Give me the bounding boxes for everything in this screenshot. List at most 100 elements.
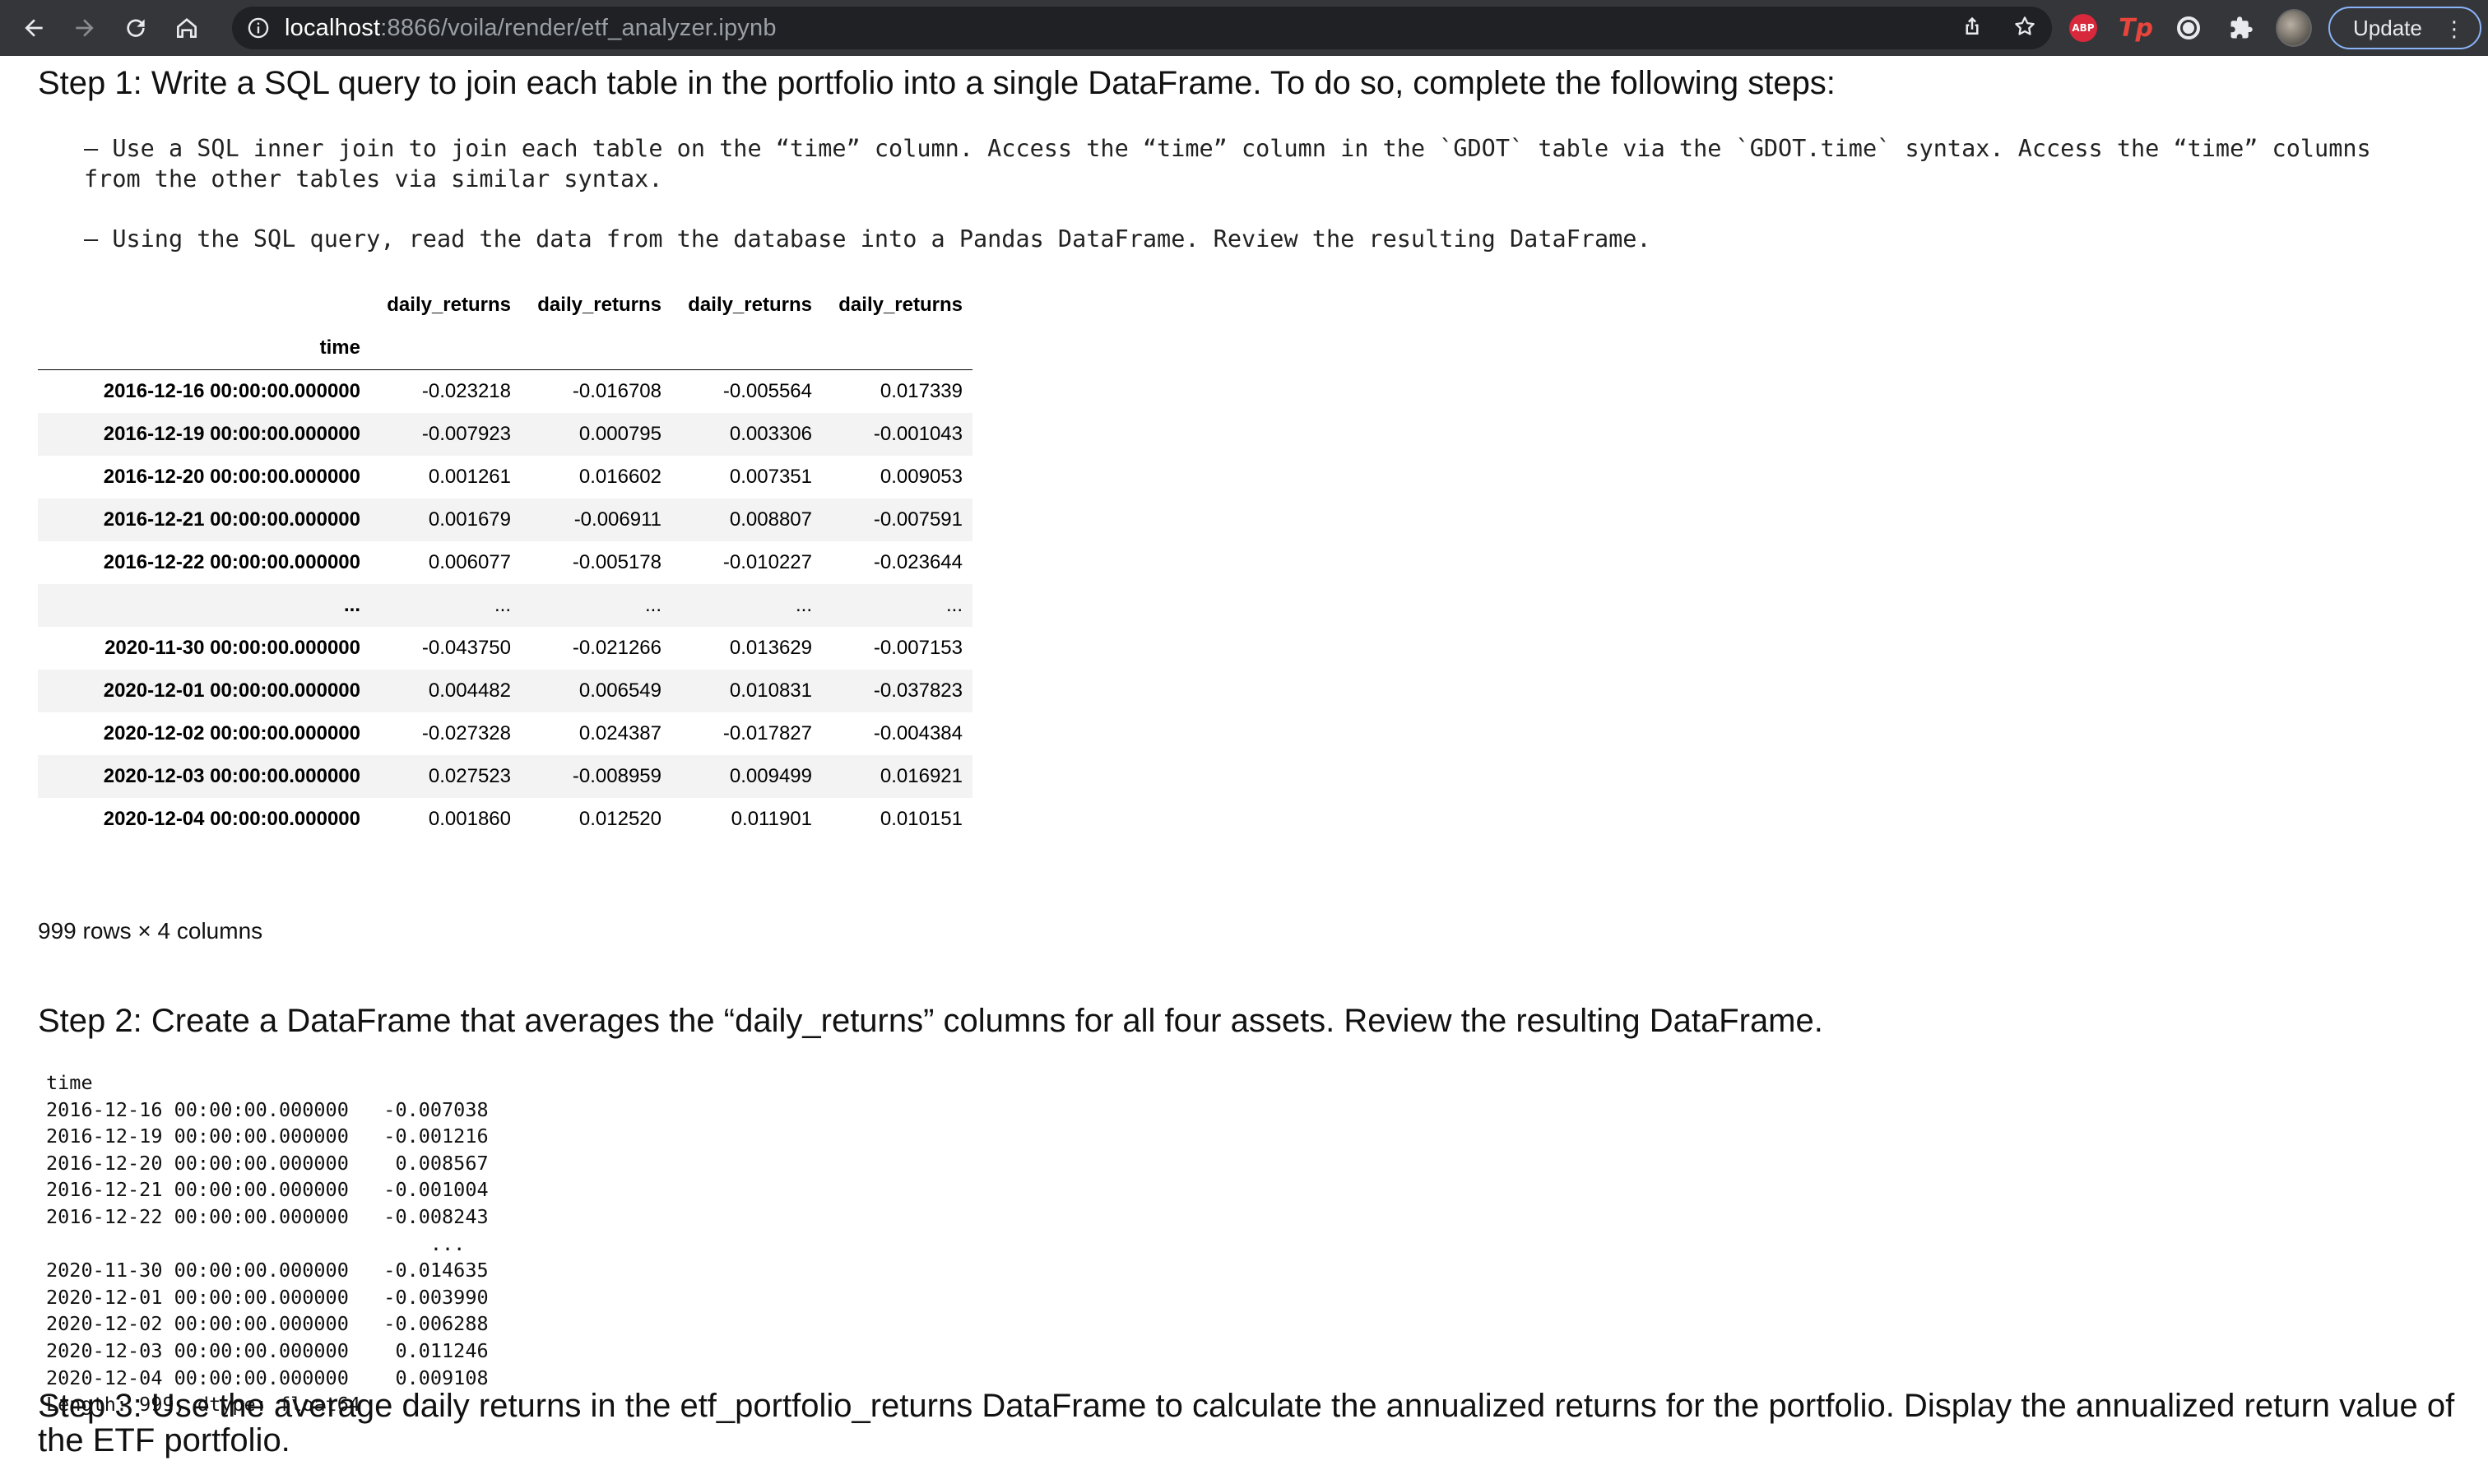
table-cell: -0.017827 [722,722,812,744]
table-row: 2020-12-04 00:00:00.000000 0.001860 0.01… [38,798,972,841]
table-cell: 0.013629 [729,637,812,659]
menu-kebab-icon[interactable]: ⋮ [2444,16,2465,41]
url-path: :8866/voila/render/etf_analyzer.ipynb [380,14,777,41]
table-cell: 0.001679 [428,508,511,531]
portfolio-dataframe-table: daily_returns daily_returns daily_return… [38,284,972,841]
row-index: 2020-12-04 00:00:00.000000 [103,808,360,830]
index-name: time [319,336,360,359]
profile-avatar[interactable] [2276,9,2312,47]
extensions-puzzle-icon[interactable] [2223,10,2259,46]
row-index: 2016-12-16 00:00:00.000000 [103,380,360,402]
share-icon[interactable] [1960,14,1984,43]
table-cell: ... [795,594,812,616]
update-button[interactable]: Update ⋮ [2328,7,2481,49]
circle-extension-icon[interactable] [2170,10,2207,46]
row-index: 2020-12-03 00:00:00.000000 [103,765,360,787]
table-row: 2016-12-21 00:00:00.000000 0.001679 -0.0… [38,499,972,541]
table-cell: 0.006077 [428,551,511,573]
table-cell: -0.007923 [421,423,511,445]
table-cell: 0.016602 [578,466,661,488]
row-index: 2016-12-22 00:00:00.000000 [103,551,360,573]
table-row: 2020-11-30 00:00:00.000000 -0.043750 -0.… [38,627,972,670]
table-row: 2016-12-19 00:00:00.000000 -0.007923 0.0… [38,413,972,456]
table-cell: -0.016708 [572,380,661,402]
row-index: ... [343,594,360,616]
table-row: 2020-12-03 00:00:00.000000 0.027523 -0.0… [38,755,972,798]
column-header-row: daily_returns daily_returns daily_return… [38,284,972,327]
table-cell: 0.007351 [729,466,812,488]
column-header: daily_returns [838,294,963,316]
step1-bullet-read: – Using the SQL query, read the data fro… [84,225,1651,253]
table-cell: 0.008807 [729,508,812,531]
forward-button[interactable] [63,6,107,50]
table-cell: -0.043750 [421,637,511,659]
update-label: Update [2353,15,2422,40]
info-icon[interactable] [247,16,270,39]
row-index: 2016-12-19 00:00:00.000000 [103,423,360,445]
tp-extension-icon[interactable]: Tp [2118,10,2154,46]
step3-heading: Step 3: Use the average daily returns in… [38,1388,2455,1458]
step1-instructions: – Use a SQL inner join to join each tabl… [84,133,2437,284]
table-cell: -0.004384 [873,722,963,744]
table-cell: -0.005178 [572,551,661,573]
reload-icon [127,19,145,37]
table-cell: 0.010831 [729,679,812,702]
home-button[interactable] [165,6,209,50]
table-row: 2020-12-02 00:00:00.000000 -0.027328 0.0… [38,712,972,755]
table-cell: 0.016921 [880,765,963,787]
browser-toolbar: localhost:8866/voila/render/etf_analyzer… [0,0,2488,56]
index-name-row: time [38,327,972,370]
table-cell: 0.027523 [428,765,511,787]
table-cell: 0.009499 [729,765,812,787]
table-cell: -0.010227 [722,551,812,573]
table-cell: 0.004482 [428,679,511,702]
column-header: daily_returns [688,294,812,316]
corner-header [38,284,370,327]
row-index: 2020-12-01 00:00:00.000000 [103,679,360,702]
step1-heading: Step 1: Write a SQL query to join each t… [38,65,1836,101]
table-cell: -0.023644 [873,551,963,573]
table-cell: 0.001860 [428,808,511,830]
column-header: daily_returns [537,294,661,316]
table-cell: 0.010151 [880,808,963,830]
table-row: 2016-12-16 00:00:00.000000 -0.023218 -0.… [38,369,972,413]
arrow-left-icon [25,19,43,37]
table-cell: 0.009053 [880,466,963,488]
table-cell: -0.001043 [873,423,963,445]
bookmark-star-icon[interactable] [2012,14,2037,43]
table-cell: -0.023218 [421,380,511,402]
back-button[interactable] [12,6,56,50]
table-cell: 0.012520 [578,808,661,830]
step2-heading: Step 2: Create a DataFrame that averages… [38,1003,1823,1039]
url-host: localhost [285,14,381,41]
row-index: 2016-12-21 00:00:00.000000 [103,508,360,531]
row-index: 2020-11-30 00:00:00.000000 [104,637,360,659]
row-index: 2020-12-02 00:00:00.000000 [103,722,360,744]
home-icon [177,18,197,38]
reload-button[interactable] [114,6,158,50]
column-header: daily_returns [387,294,511,316]
table-cell: 0.024387 [578,722,661,744]
address-bar[interactable]: localhost:8866/voila/render/etf_analyzer… [232,7,2052,49]
table-cell: -0.006911 [573,508,661,531]
table-cell: ... [644,594,661,616]
table-row: 2016-12-20 00:00:00.000000 0.001261 0.01… [38,456,972,499]
table-row: 2016-12-22 00:00:00.000000 0.006077 -0.0… [38,541,972,584]
adblock-extension-icon[interactable]: ABP [2065,10,2101,46]
row-index: 2016-12-20 00:00:00.000000 [103,466,360,488]
table-cell: 0.003306 [729,423,812,445]
table-row-ellipsis: ... ... ... ... ... [38,584,972,627]
table-cell: -0.007591 [873,508,963,531]
table-cell: 0.011901 [731,808,812,830]
table-cell: 0.000795 [578,423,661,445]
table-cell: 0.017339 [880,380,963,402]
table-cell: -0.008959 [572,765,661,787]
table-row: 2020-12-01 00:00:00.000000 0.004482 0.00… [38,670,972,712]
table-cell: -0.021266 [572,637,661,659]
table-cell: 0.006549 [578,679,661,702]
step1-bullet-join: – Use a SQL inner join to join each tabl… [84,135,2371,192]
url-text[interactable]: localhost:8866/voila/render/etf_analyzer… [285,15,777,42]
table-cell: -0.007153 [873,637,963,659]
table-cell: -0.037823 [873,679,963,702]
dataframe-shape-label: 999 rows × 4 columns [38,918,263,944]
